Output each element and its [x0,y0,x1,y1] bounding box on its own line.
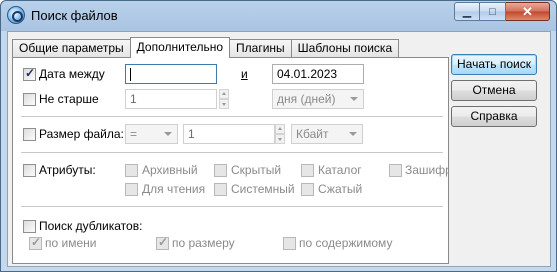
size-spinner[interactable] [275,124,285,144]
duplicates-label: Поиск дубликатов: [39,219,143,233]
not-older-label: Не старше [39,92,99,106]
separator [21,116,443,118]
tab-general[interactable]: Общие параметры [12,39,131,57]
dup-by-name-label: по имени [45,236,97,250]
close-button[interactable]: ✕ [506,2,550,21]
attr-compressed-checkbox[interactable] [301,183,314,196]
attr-encrypted-checkbox[interactable] [389,164,402,177]
size-unit-select[interactable]: Кбайт [291,124,363,144]
tab-strip: Общие параметры Дополнительно Плагины Ша… [12,37,400,58]
spin-up-icon[interactable] [219,89,229,99]
dup-by-name-checkbox[interactable] [29,235,42,250]
separator [21,152,443,154]
tab-plugins[interactable]: Плагины [229,39,292,57]
attr-archive-checkbox[interactable] [125,164,138,177]
attr-readonly-checkbox[interactable] [125,183,138,196]
attr-system-checkbox[interactable] [214,183,227,196]
chevron-down-icon [349,132,357,136]
file-size-label: Размер файла: [39,127,124,141]
text-caret [130,68,131,82]
not-older-checkbox[interactable] [23,93,36,106]
not-older-unit-select[interactable]: дня (дней) [272,89,364,109]
not-older-value-field[interactable]: 1 [125,89,217,109]
start-search-button[interactable]: Начать поиск [451,54,537,75]
size-operator-select[interactable]: = [125,124,178,144]
app-icon [7,6,25,24]
and-label: и [241,67,248,81]
attr-directory-label: Каталог [318,163,362,177]
file-size-checkbox[interactable] [23,128,36,141]
dup-by-size-checkbox[interactable] [156,235,169,250]
attr-system-label: Системный [231,182,295,196]
spin-down-icon[interactable] [275,134,285,144]
attr-compressed-label: Сжатый [318,182,363,196]
search-files-window: Поиск файлов ▁ □ ✕ Общие параметры Допол… [0,0,557,272]
not-older-unit-value: дня (дней) [277,92,336,106]
not-older-spinner[interactable] [219,89,229,109]
tab-search-templates[interactable]: Шаблоны поиска [290,39,400,57]
attr-hidden-label: Скрытый [231,163,282,177]
attr-hidden-checkbox[interactable] [214,164,227,177]
attr-directory-checkbox[interactable] [301,164,314,177]
dup-by-size-label: по размеру [172,236,235,250]
window-title: Поиск файлов [31,8,118,23]
date-between-label: Дата между [39,67,105,81]
title-bar[interactable]: Поиск файлов ▁ □ ✕ [1,1,556,29]
dup-by-content-checkbox[interactable] [283,237,296,250]
help-button[interactable]: Справка [451,106,537,127]
size-value-field[interactable]: 1 [183,124,275,144]
tab-advanced[interactable]: Дополнительно [129,37,231,58]
spin-up-icon[interactable] [275,124,285,134]
date-between-checkbox[interactable] [23,66,36,81]
caption-buttons: ▁ □ ✕ [454,2,550,21]
chevron-down-icon [164,132,172,136]
spin-down-icon[interactable] [219,99,229,109]
date-to-field[interactable]: 04.01.2023 [272,64,364,84]
attr-encrypted-label: Зашифр [405,163,449,177]
attr-readonly-label: Для чтения [142,182,206,196]
minimize-button[interactable]: ▁ [454,2,480,21]
advanced-panel: Дата между и 04.01.2023 Не старше 1 дня … [12,57,449,264]
date-from-field[interactable] [125,64,217,84]
cancel-button[interactable]: Отмена [451,80,537,101]
dup-by-content-label: по содержимому [299,236,393,250]
attributes-label: Атрибуты: [39,163,96,177]
chevron-down-icon [350,97,358,101]
attributes-checkbox[interactable] [23,164,36,177]
separator [21,206,443,208]
attr-archive-label: Архивный [142,163,198,177]
size-unit-value: Кбайт [296,127,329,141]
duplicates-checkbox[interactable] [23,220,36,233]
size-operator-value: = [130,127,138,141]
maximize-button[interactable]: □ [480,2,506,21]
